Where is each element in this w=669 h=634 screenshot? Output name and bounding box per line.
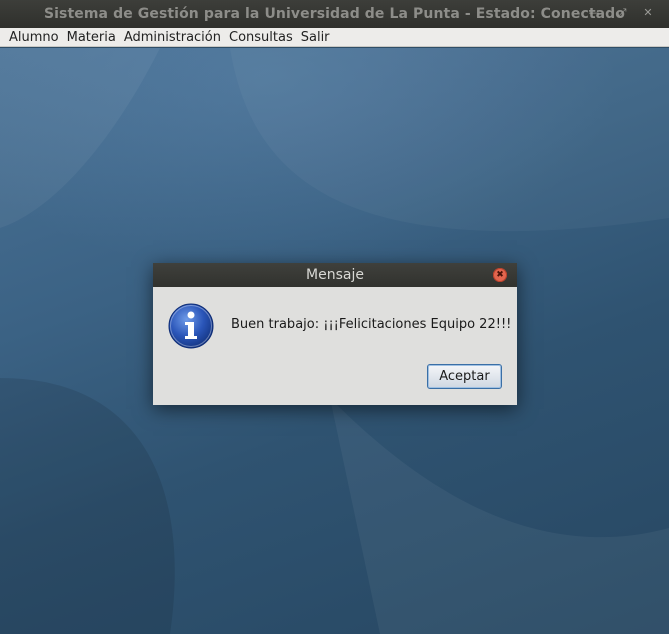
maximize-icon[interactable]: ⤢ xyxy=(614,5,630,21)
aceptar-button[interactable]: Aceptar xyxy=(427,364,502,389)
dialog-close-button[interactable]: ✖ xyxy=(493,268,507,282)
window-title: Sistema de Gestión para la Universidad d… xyxy=(43,6,626,22)
menu-materia[interactable]: Materia xyxy=(63,30,120,45)
dialog-body: Buen trabajo: ¡¡¡Felicitaciones Equipo 2… xyxy=(153,287,517,405)
menu-administracion[interactable]: Administración xyxy=(120,30,225,45)
dialog-title: Mensaje xyxy=(306,267,364,283)
menu-bar: Alumno Materia Administración Consultas … xyxy=(0,28,669,47)
info-icon xyxy=(168,303,214,349)
dialog-message: Buen trabajo: ¡¡¡Felicitaciones Equipo 2… xyxy=(231,317,512,332)
menu-consultas[interactable]: Consultas xyxy=(225,30,297,45)
menu-alumno[interactable]: Alumno xyxy=(5,30,63,45)
close-icon: ✖ xyxy=(496,269,504,280)
message-dialog: Mensaje ✖ Buen trabajo: ¡¡¡Felicitacione… xyxy=(153,263,517,405)
minimize-icon[interactable]: — xyxy=(586,5,602,21)
dialog-titlebar[interactable]: Mensaje ✖ xyxy=(153,263,517,287)
window-titlebar[interactable]: Sistema de Gestión para la Universidad d… xyxy=(0,0,669,28)
close-icon[interactable]: ✕ xyxy=(640,5,656,21)
menu-salir[interactable]: Salir xyxy=(297,30,334,45)
